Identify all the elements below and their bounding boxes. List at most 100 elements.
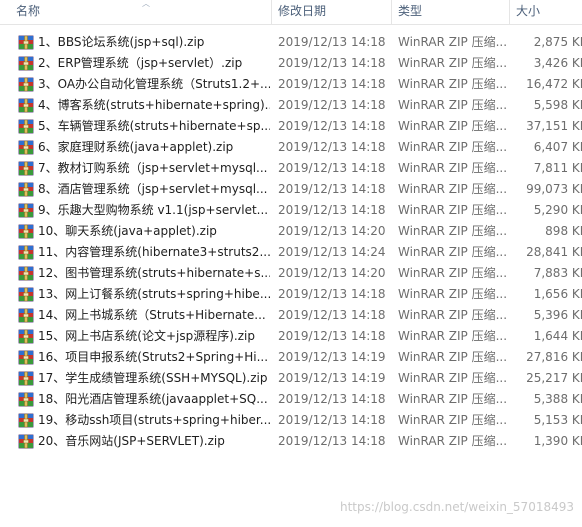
- file-type: WinRAR ZIP 压缩...: [398, 56, 506, 70]
- file-name: 11、内容管理系统(hibernate3+struts2...: [38, 245, 270, 259]
- file-name: 7、教材订购系统（jsp+servlet+mysql...: [38, 161, 268, 175]
- winrar-zip-icon: [18, 182, 34, 197]
- file-name: 3、OA办公自动化管理系统（Struts1.2+...: [38, 77, 270, 91]
- file-size: 5,153 KB: [533, 413, 582, 427]
- file-row[interactable]: 14、网上书城系统（Struts+Hibernate... 2019/12/13…: [0, 305, 582, 326]
- file-type: WinRAR ZIP 压缩...: [398, 77, 506, 91]
- file-modified-date: 2019/12/13 14:18: [278, 434, 386, 448]
- file-modified-date: 2019/12/13 14:18: [278, 413, 386, 427]
- file-type: WinRAR ZIP 压缩...: [398, 182, 506, 196]
- column-header-bar: ︿ 名称 修改日期 类型 大小: [0, 0, 582, 25]
- file-row[interactable]: 5、车辆管理系统(struts+hibernate+sp... 2019/12/…: [0, 116, 582, 137]
- file-size: 25,217 KB: [526, 371, 582, 385]
- file-modified-date: 2019/12/13 14:18: [278, 203, 386, 217]
- file-row[interactable]: 19、移动ssh项目(struts+spring+hiber... 2019/1…: [0, 410, 582, 431]
- file-row[interactable]: 17、学生成绩管理系统(SSH+MYSQL).zip 2019/12/13 14…: [0, 368, 582, 389]
- file-size: 898 KB: [545, 224, 582, 238]
- file-type: WinRAR ZIP 压缩...: [398, 224, 506, 238]
- file-type: WinRAR ZIP 压缩...: [398, 308, 506, 322]
- file-row[interactable]: 3、OA办公自动化管理系统（Struts1.2+... 2019/12/13 1…: [0, 74, 582, 95]
- file-explorer-window: ︿ 名称 修改日期 类型 大小 1、BBS论坛系统(jsp+sql).zip 2…: [0, 0, 582, 527]
- file-modified-date: 2019/12/13 14:18: [278, 56, 386, 70]
- file-row[interactable]: 13、网上订餐系统(struts+spring+hibe... 2019/12/…: [0, 284, 582, 305]
- file-type: WinRAR ZIP 压缩...: [398, 266, 506, 280]
- column-header-name[interactable]: 名称: [10, 0, 272, 24]
- file-row[interactable]: 4、博客系统(struts+hibernate+spring)... 2019/…: [0, 95, 582, 116]
- winrar-zip-icon: [18, 161, 34, 176]
- file-name: 14、网上书城系统（Struts+Hibernate...: [38, 308, 266, 322]
- file-size: 6,407 KB: [533, 140, 582, 154]
- file-name: 5、车辆管理系统(struts+hibernate+sp...: [38, 119, 270, 133]
- file-size: 27,816 KB: [526, 350, 582, 364]
- file-row[interactable]: 18、阳光酒店管理系统(javaapplet+SQ... 2019/12/13 …: [0, 389, 582, 410]
- winrar-zip-icon: [18, 56, 34, 71]
- winrar-zip-icon: [18, 203, 34, 218]
- file-modified-date: 2019/12/13 14:18: [278, 35, 386, 49]
- file-row[interactable]: 2、ERP管理系统（jsp+servlet）.zip 2019/12/13 14…: [0, 53, 582, 74]
- file-modified-date: 2019/12/13 14:18: [278, 392, 386, 406]
- file-size: 5,396 KB: [533, 308, 582, 322]
- column-header-size[interactable]: 大小: [510, 0, 582, 24]
- file-size: 5,388 KB: [533, 392, 582, 406]
- column-header-name-label: 名称: [16, 4, 41, 18]
- file-size: 7,883 KB: [533, 266, 582, 280]
- file-type: WinRAR ZIP 压缩...: [398, 245, 506, 259]
- file-type: WinRAR ZIP 压缩...: [398, 329, 506, 343]
- file-row[interactable]: 20、音乐网站(JSP+SERVLET).zip 2019/12/13 14:1…: [0, 431, 582, 452]
- file-modified-date: 2019/12/13 14:18: [278, 140, 386, 154]
- file-type: WinRAR ZIP 压缩...: [398, 119, 506, 133]
- file-type: WinRAR ZIP 压缩...: [398, 392, 506, 406]
- file-row[interactable]: 6、家庭理财系统(java+applet).zip 2019/12/13 14:…: [0, 137, 582, 158]
- winrar-zip-icon: [18, 266, 34, 281]
- winrar-zip-icon: [18, 35, 34, 50]
- file-modified-date: 2019/12/13 14:18: [278, 77, 386, 91]
- file-type: WinRAR ZIP 压缩...: [398, 413, 506, 427]
- winrar-zip-icon: [18, 434, 34, 449]
- file-name: 18、阳光酒店管理系统(javaapplet+SQ...: [38, 392, 268, 406]
- file-modified-date: 2019/12/13 14:18: [278, 308, 386, 322]
- file-row[interactable]: 7、教材订购系统（jsp+servlet+mysql... 2019/12/13…: [0, 158, 582, 179]
- file-name: 12、图书管理系统(struts+hibernate+s...: [38, 266, 270, 280]
- file-row[interactable]: 9、乐趣大型购物系统 v1.1(jsp+servlet... 2019/12/1…: [0, 200, 582, 221]
- file-size: 1,390 KB: [533, 434, 582, 448]
- file-type: WinRAR ZIP 压缩...: [398, 434, 506, 448]
- column-header-date[interactable]: 修改日期: [272, 0, 392, 24]
- file-modified-date: 2019/12/13 14:18: [278, 161, 386, 175]
- file-name: 13、网上订餐系统(struts+spring+hibe...: [38, 287, 270, 301]
- file-name: 19、移动ssh项目(struts+spring+hiber...: [38, 413, 270, 427]
- file-size: 1,656 KB: [533, 287, 582, 301]
- column-header-type-label: 类型: [398, 4, 423, 18]
- file-modified-date: 2019/12/13 14:18: [278, 287, 386, 301]
- file-size: 1,644 KB: [533, 329, 582, 343]
- file-row[interactable]: 15、网上书店系统(论文+jsp源程序).zip 2019/12/13 14:1…: [0, 326, 582, 347]
- file-name: 2、ERP管理系统（jsp+servlet）.zip: [38, 56, 243, 70]
- file-row[interactable]: 1、BBS论坛系统(jsp+sql).zip 2019/12/13 14:18 …: [0, 32, 582, 53]
- winrar-zip-icon: [18, 245, 34, 260]
- file-modified-date: 2019/12/13 14:18: [278, 119, 386, 133]
- winrar-zip-icon: [18, 140, 34, 155]
- file-modified-date: 2019/12/13 14:24: [278, 245, 386, 259]
- winrar-zip-icon: [18, 287, 34, 302]
- winrar-zip-icon: [18, 350, 34, 365]
- file-size: 28,841 KB: [526, 245, 582, 259]
- winrar-zip-icon: [18, 392, 34, 407]
- file-name: 10、聊天系统(java+applet).zip: [38, 224, 217, 238]
- file-modified-date: 2019/12/13 14:20: [278, 224, 386, 238]
- file-type: WinRAR ZIP 压缩...: [398, 350, 506, 364]
- winrar-zip-icon: [18, 329, 34, 344]
- file-name: 15、网上书店系统(论文+jsp源程序).zip: [38, 329, 255, 343]
- column-header-type[interactable]: 类型: [392, 0, 510, 24]
- file-name: 1、BBS论坛系统(jsp+sql).zip: [38, 35, 205, 49]
- file-size: 99,073 KB: [526, 182, 582, 196]
- file-name: 17、学生成绩管理系统(SSH+MYSQL).zip: [38, 371, 268, 385]
- file-row[interactable]: 16、项目申报系统(Struts2+Spring+Hi... 2019/12/1…: [0, 347, 582, 368]
- file-row[interactable]: 8、酒店管理系统（jsp+servlet+mysql... 2019/12/13…: [0, 179, 582, 200]
- file-row[interactable]: 12、图书管理系统(struts+hibernate+s... 2019/12/…: [0, 263, 582, 284]
- file-row[interactable]: 10、聊天系统(java+applet).zip 2019/12/13 14:2…: [0, 221, 582, 242]
- file-size: 37,151 KB: [526, 119, 582, 133]
- file-size: 7,811 KB: [533, 161, 582, 175]
- file-row[interactable]: 11、内容管理系统(hibernate3+struts2... 2019/12/…: [0, 242, 582, 263]
- file-type: WinRAR ZIP 压缩...: [398, 98, 506, 112]
- file-name: 16、项目申报系统(Struts2+Spring+Hi...: [38, 350, 269, 364]
- file-type: WinRAR ZIP 压缩...: [398, 287, 506, 301]
